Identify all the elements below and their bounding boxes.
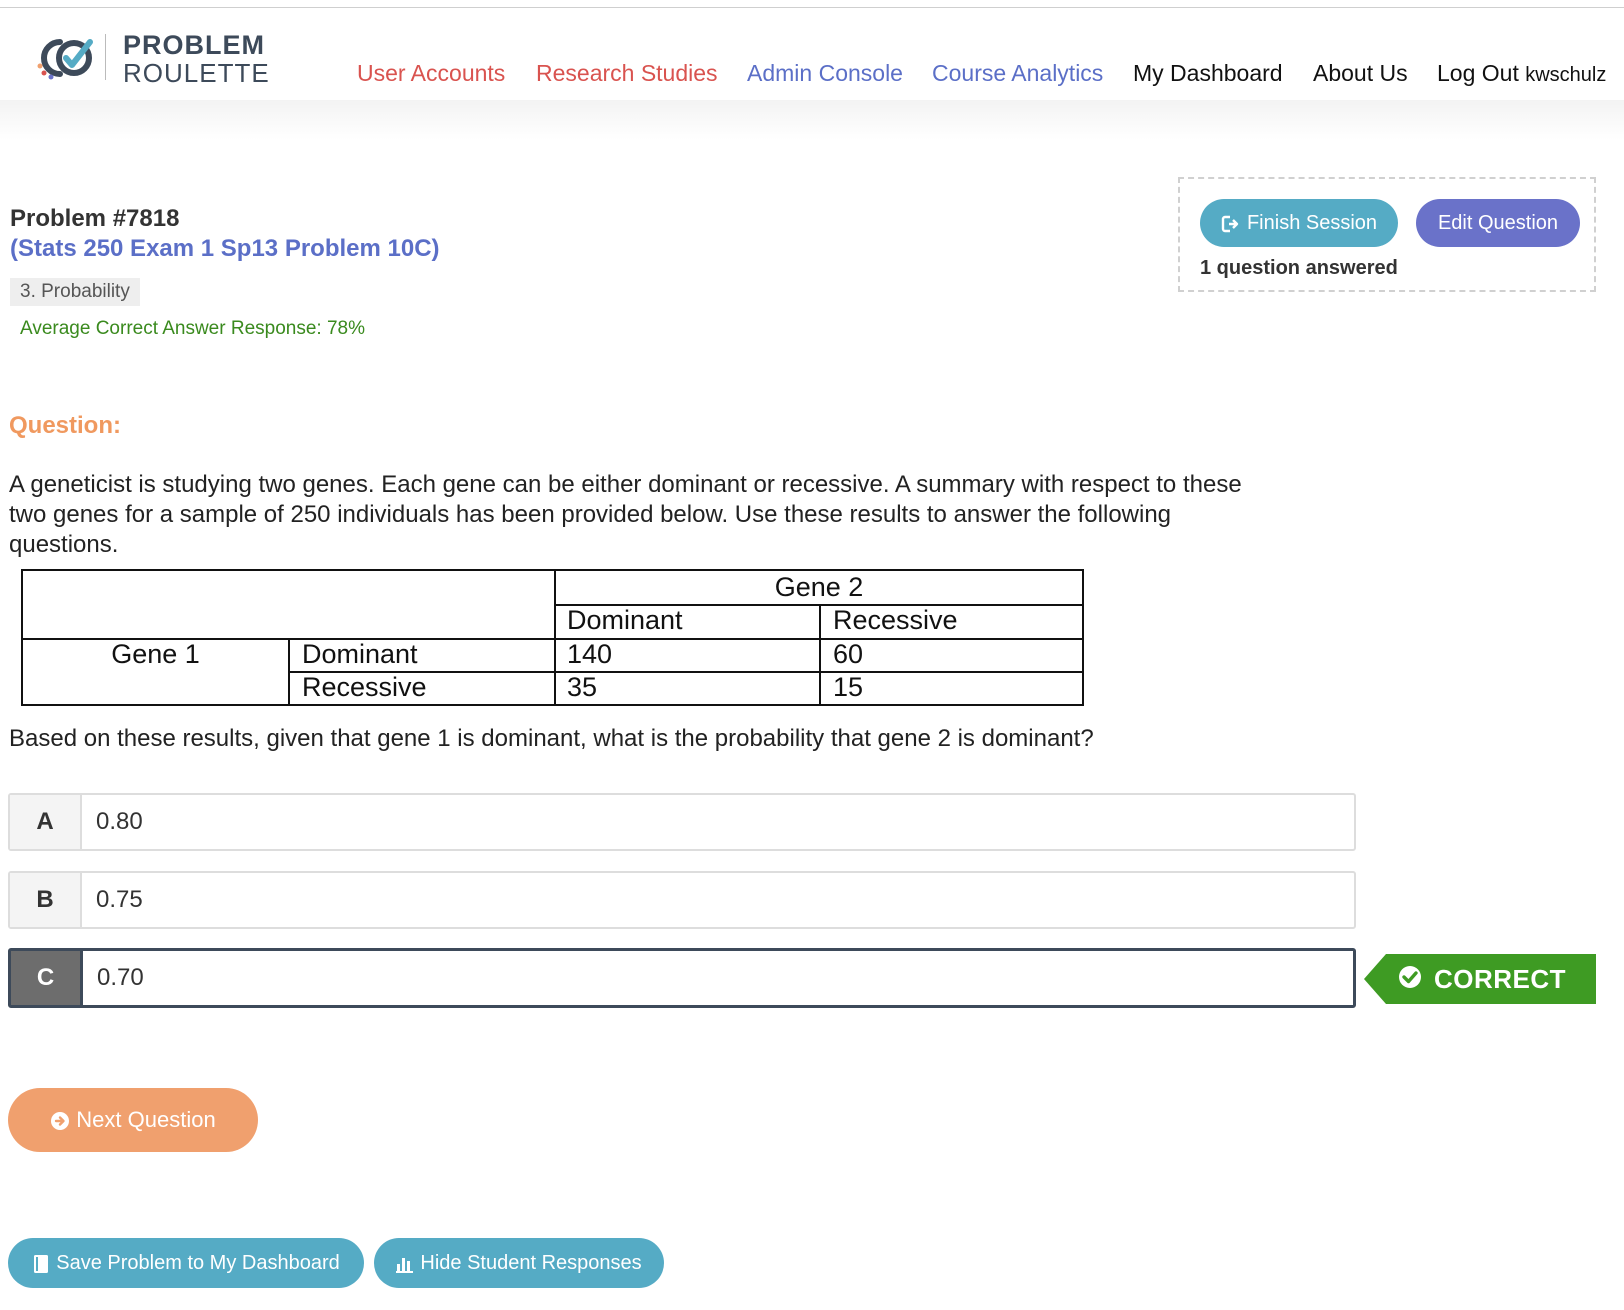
arrow-circle-right-icon: [51, 1112, 70, 1131]
nav-course-analytics[interactable]: Course Analytics: [932, 60, 1103, 87]
nav-user-accounts[interactable]: User Accounts: [357, 60, 505, 87]
nav-about-us[interactable]: About Us: [1313, 60, 1408, 87]
correct-badge: CORRECT: [1364, 954, 1596, 1004]
topic-tag: 3. Probability: [10, 278, 140, 306]
sign-out-icon: [1221, 215, 1239, 232]
book-icon: [34, 1254, 49, 1273]
nav-username: kwschulz: [1525, 64, 1607, 86]
next-question-button[interactable]: Next Question: [8, 1088, 258, 1152]
choice-letter: A: [10, 795, 82, 849]
choice-b[interactable]: B 0.75: [8, 871, 1356, 929]
choice-value: 0.80: [96, 808, 143, 835]
hide-responses-button[interactable]: Hide Student Responses: [374, 1238, 664, 1288]
gene-table: Gene 2 Dominant Recessive Gene 1 Dominan…: [21, 569, 1084, 706]
choice-letter: C: [11, 951, 83, 1005]
logo-text-problem: PROBLEM: [123, 30, 265, 60]
table-cell-dd: 140: [567, 639, 613, 669]
bar-chart-icon: [396, 1257, 414, 1273]
finish-session-button[interactable]: Finish Session: [1200, 199, 1398, 247]
header-shadow: [0, 100, 1624, 140]
check-circle-icon: [1399, 966, 1421, 988]
finish-session-label: Finish Session: [1246, 212, 1378, 234]
main-nav: User Accounts Research Studies Admin Con…: [0, 60, 1624, 90]
choice-c[interactable]: C 0.70: [8, 948, 1356, 1008]
nav-log-out[interactable]: Log Out kwschulz: [1437, 60, 1606, 87]
table-col-recessive: Recessive: [833, 605, 958, 635]
problem-title: Problem #7818: [10, 205, 180, 232]
average-response: Average Correct Answer Response: 78%: [20, 318, 365, 339]
save-problem-button[interactable]: Save Problem to My Dashboard: [8, 1238, 364, 1288]
question-prompt: Based on these results, given that gene …: [9, 725, 1094, 752]
hide-responses-label: Hide Student Responses: [420, 1252, 642, 1274]
session-panel: Finish Session Edit Question 1 question …: [1178, 177, 1596, 292]
problem-source: (Stats 250 Exam 1 Sp13 Problem 10C): [10, 235, 440, 262]
table-cell-rd: 35: [567, 672, 598, 702]
correct-label: CORRECT: [1434, 964, 1567, 994]
next-question-label: Next Question: [76, 1107, 216, 1132]
choice-letter: B: [10, 873, 82, 927]
nav-my-dashboard[interactable]: My Dashboard: [1133, 60, 1283, 87]
edit-question-button[interactable]: Edit Question: [1416, 199, 1580, 247]
choice-value: 0.75: [96, 886, 143, 913]
choice-value: 0.70: [97, 964, 144, 991]
table-cell-rr: 15: [833, 672, 864, 702]
table-gene2-header: Gene 2: [774, 572, 864, 602]
table-cell-dr: 60: [833, 639, 864, 669]
question-text: A geneticist is studying two genes. Each…: [9, 471, 1242, 558]
table-vline: [819, 604, 821, 704]
save-problem-label: Save Problem to My Dashboard: [56, 1252, 340, 1274]
table-row-recessive: Recessive: [302, 672, 427, 702]
nav-log-out-label: Log Out: [1437, 60, 1519, 86]
answered-count: 1 question answered: [1200, 257, 1398, 279]
table-gene1-label: Gene 1: [111, 639, 200, 669]
table-row-dominant: Dominant: [302, 639, 418, 669]
nav-admin-console[interactable]: Admin Console: [747, 60, 903, 87]
question-label: Question:: [9, 412, 121, 439]
table-col-dominant: Dominant: [567, 605, 683, 635]
choice-a[interactable]: A 0.80: [8, 793, 1356, 851]
site-header: PROBLEM ROULETTE User Accounts Research …: [0, 8, 1624, 100]
nav-research-studies[interactable]: Research Studies: [536, 60, 718, 87]
